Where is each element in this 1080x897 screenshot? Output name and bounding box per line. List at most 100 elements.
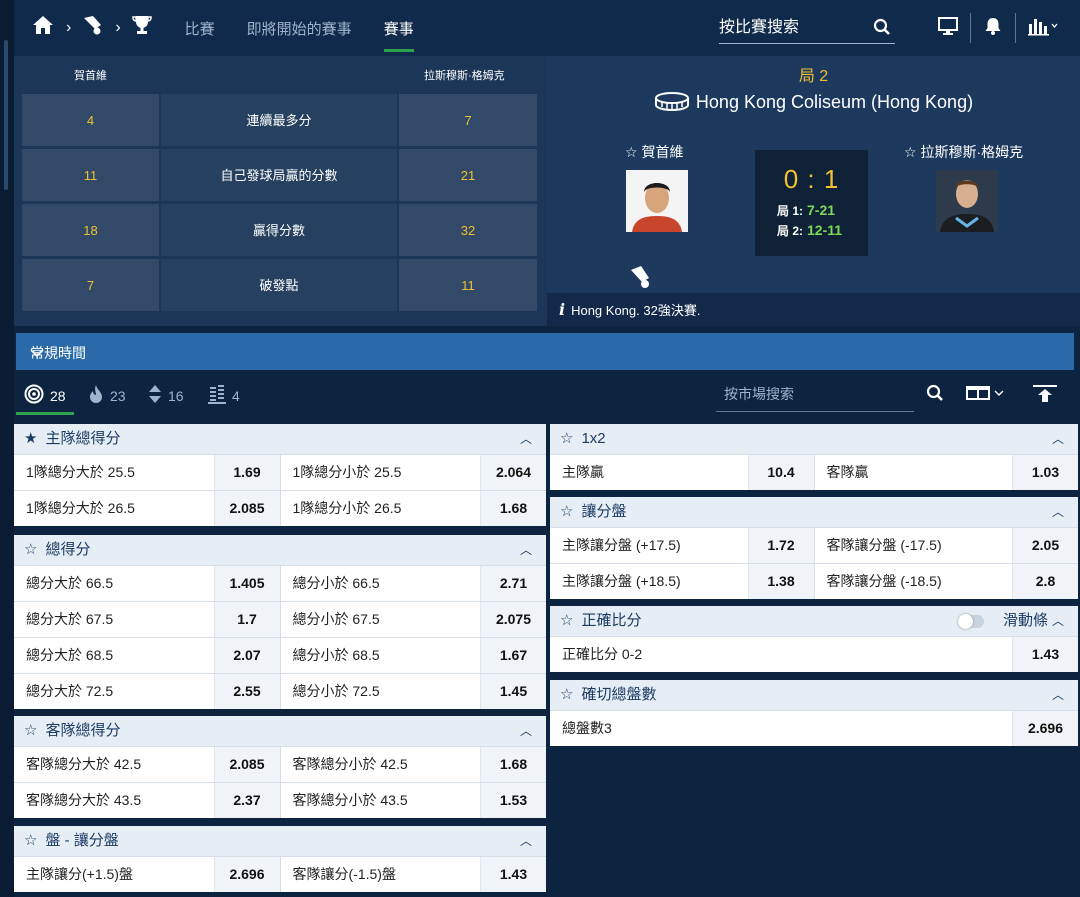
odds-row: 1隊總分大於 25.5 1.69 1隊總分小於 25.5 2.064 (14, 454, 546, 490)
odds-button[interactable]: 1.45 (480, 674, 546, 709)
odds-button[interactable]: 1.72 (747, 528, 814, 563)
odds-button[interactable]: 2.075 (480, 602, 546, 637)
scrollbar[interactable] (4, 40, 8, 190)
market-header[interactable]: ☆ 盤 - 讓分盤 ︿ (14, 826, 546, 856)
market-header[interactable]: ★ 主隊總得分 ︿ (14, 424, 546, 454)
odds-button[interactable]: 2.696 (213, 857, 280, 892)
odds-button[interactable]: 1.7 (213, 602, 280, 637)
chevron-up-icon[interactable]: ︿ (520, 424, 532, 454)
odds-button[interactable]: 1.38 (747, 564, 814, 599)
star-icon[interactable]: ☆ (24, 832, 37, 849)
chevron-right-icon: › (66, 19, 72, 36)
match-panel: 局 2 Hong Kong Coliseum (Hong Kong) ☆ 賀首維… (547, 56, 1080, 326)
odds-button[interactable]: 1.67 (480, 638, 546, 673)
odds-button[interactable]: 10.4 (747, 455, 814, 490)
monitor-icon[interactable] (938, 16, 958, 41)
selection-label: 主隊贏 (550, 455, 748, 490)
tab-all-markets[interactable]: 28 (24, 384, 66, 407)
odds-button[interactable]: 2.8 (1012, 564, 1078, 599)
star-icon[interactable]: ☆ (24, 541, 37, 558)
selection-label: 總分小於 72.5 (280, 674, 480, 709)
star-icon[interactable]: ☆ (24, 722, 37, 739)
market-search-input[interactable] (716, 380, 896, 408)
odds-button[interactable]: 2.696 (1012, 711, 1078, 746)
trophy-icon[interactable] (131, 14, 153, 42)
odds-button[interactable]: 2.05 (1012, 528, 1078, 563)
away-player[interactable]: ☆ 拉斯穆斯·格姆克 (904, 142, 1023, 162)
nav-link-matches[interactable]: 比賽 (185, 0, 215, 56)
selection-label: 總分大於 72.5 (14, 674, 214, 709)
nav-right-tools (926, 12, 1070, 44)
market-header[interactable]: ☆ 客隊總得分 ︿ (14, 716, 546, 746)
star-icon[interactable]: ☆ (560, 430, 573, 447)
star-icon[interactable]: ☆ (904, 144, 917, 160)
odds-button[interactable]: 2.085 (213, 491, 280, 526)
star-icon[interactable]: ☆ (560, 612, 573, 629)
home-player[interactable]: ☆ 賀首維 (625, 142, 683, 162)
odds-button[interactable]: 2.085 (213, 747, 280, 782)
stats-away-name: 拉斯穆斯·格姆克 (424, 70, 505, 82)
slider-toggle[interactable] (958, 614, 984, 629)
odds-button[interactable]: 1.03 (1012, 455, 1078, 490)
odds-button[interactable]: 2.07 (213, 638, 280, 673)
search-icon[interactable] (926, 384, 944, 407)
list-icon (208, 384, 226, 407)
stat-home-value: 7 (22, 259, 159, 311)
home-icon[interactable] (32, 15, 54, 41)
odds-button[interactable]: 1.43 (480, 857, 546, 892)
selection-label: 總分大於 67.5 (14, 602, 214, 637)
stats-home-name: 賀首維 (74, 70, 107, 82)
odds-button[interactable]: 1.53 (480, 783, 546, 818)
star-icon[interactable]: ☆ (560, 503, 573, 520)
chevron-up-icon[interactable]: ︿ (1052, 497, 1064, 527)
odds-button[interactable]: 1.43 (1012, 637, 1078, 672)
chevron-up-icon[interactable]: ︿ (520, 826, 532, 856)
layout-columns-icon[interactable] (966, 384, 1008, 407)
star-filled-icon[interactable]: ★ (24, 430, 37, 447)
odds-button[interactable]: 2.71 (480, 566, 546, 601)
chevron-up-icon[interactable]: ︿ (1052, 680, 1064, 710)
selection-label: 主隊讓分盤 (+17.5) (550, 528, 748, 563)
odds-button[interactable]: 1.68 (480, 491, 546, 526)
stat-away-value: 7 (399, 94, 537, 146)
market-header[interactable]: ☆ 確切總盤數 ︿ (550, 680, 1078, 710)
nav-link-upcoming[interactable]: 即將開始的賽事 (247, 0, 352, 56)
odds-button[interactable]: 1.405 (213, 566, 280, 601)
collapse-all-icon[interactable] (1033, 384, 1057, 409)
shuttlecock-icon[interactable] (81, 14, 103, 42)
market-title: 1x2 (581, 430, 606, 447)
market-title: 正確比分 (581, 612, 642, 629)
market-header[interactable]: ☆ 讓分盤 ︿ (550, 497, 1078, 527)
nav-link-events[interactable]: 賽事 (383, 0, 414, 56)
tab-list[interactable]: 4 (208, 384, 240, 407)
match-search-input[interactable] (719, 14, 859, 42)
market-header[interactable]: ☆ 總得分 ︿ (14, 535, 546, 565)
tab-over-under[interactable]: 16 (148, 384, 184, 407)
bell-icon[interactable] (983, 16, 1003, 41)
market-header[interactable]: ☆ 1x2 ︿ (550, 424, 1078, 454)
star-icon[interactable]: ☆ (560, 686, 573, 703)
chevron-up-icon[interactable]: ︿ (1052, 606, 1064, 636)
odds-button[interactable]: 2.55 (213, 674, 280, 709)
odds-row: 1隊總分大於 26.5 2.085 1隊總分小於 26.5 1.68 (14, 490, 546, 526)
regular-time-bar[interactable]: 常規時間 (16, 333, 1074, 370)
odds-button[interactable]: 2.064 (480, 455, 546, 490)
stat-row: 11 自己發球局贏的分數 21 (22, 149, 537, 201)
chevron-up-icon[interactable]: ︿ (520, 535, 532, 565)
selection-label: 總分小於 66.5 (280, 566, 480, 601)
odds-button[interactable]: 1.69 (213, 455, 280, 490)
stats-panel: 賀首維 拉斯穆斯·格姆克 4 連續最多分 7 11 自己發球局贏的分數 21 1… (14, 56, 547, 326)
odds-button[interactable]: 2.37 (213, 783, 280, 818)
search-icon[interactable] (873, 18, 891, 41)
chevron-down-icon[interactable] (30, 345, 1060, 361)
odds-button[interactable]: 1.68 (480, 747, 546, 782)
home-avatar (626, 170, 688, 232)
chevron-up-icon[interactable]: ︿ (1052, 424, 1064, 454)
market-header[interactable]: ☆ 正確比分 滑動條 ︿ (550, 606, 1078, 636)
fire-icon (88, 384, 104, 407)
star-icon[interactable]: ☆ (625, 144, 638, 160)
tab-hot-markets[interactable]: 23 (88, 384, 126, 407)
selection-label: 客隊總分小於 43.5 (280, 783, 480, 818)
stats-icon[interactable] (1028, 16, 1058, 41)
chevron-up-icon[interactable]: ︿ (520, 716, 532, 746)
